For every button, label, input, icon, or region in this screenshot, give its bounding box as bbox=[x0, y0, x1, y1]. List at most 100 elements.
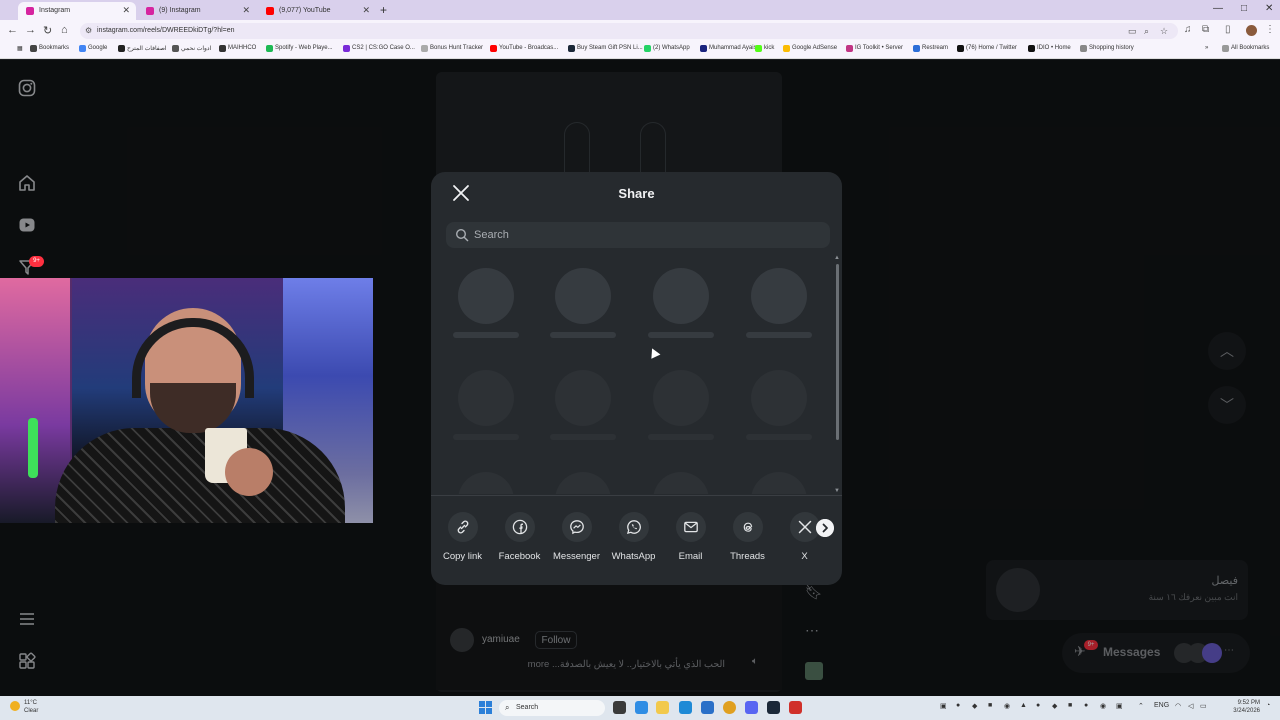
close-tab-icon[interactable]: ✕ bbox=[122, 5, 130, 16]
tray-app-icon[interactable]: ● bbox=[1036, 702, 1040, 709]
volume-icon[interactable]: ◁ bbox=[1188, 702, 1193, 710]
bookmark-favicon-icon bbox=[219, 45, 226, 52]
recipient-placeholder bbox=[548, 370, 618, 440]
bookmark-item[interactable]: YouTube - Broadcas... bbox=[490, 45, 559, 52]
extensions-icon[interactable]: ⧉ bbox=[1202, 24, 1209, 35]
app-icon[interactable] bbox=[789, 701, 802, 714]
share-messenger[interactable]: Messenger bbox=[548, 512, 605, 562]
bookmark-label: Google AdSense bbox=[792, 45, 838, 51]
bookmark-item[interactable]: Bookmarks bbox=[30, 45, 69, 52]
bookmark-item[interactable]: اصفافات المترح bbox=[118, 45, 167, 52]
scrollbar-thumb[interactable] bbox=[836, 264, 839, 440]
notification-bell-icon[interactable]: ◔ bbox=[1266, 702, 1270, 709]
bookmark-item[interactable]: (76) Home / Twitter bbox=[957, 45, 1017, 52]
share-email[interactable]: Email bbox=[662, 512, 719, 562]
new-tab-icon[interactable]: + bbox=[380, 3, 387, 17]
tray-app-icon[interactable]: ◉ bbox=[1100, 702, 1106, 710]
all-bookmarks[interactable]: All Bookmarks bbox=[1222, 45, 1269, 52]
scroll-right-button[interactable] bbox=[816, 519, 834, 537]
back-icon[interactable]: ← bbox=[7, 24, 18, 36]
bookmark-star-icon[interactable]: ☆ bbox=[1160, 26, 1168, 37]
more-bookmarks-icon[interactable]: » bbox=[1196, 45, 1208, 51]
discord-icon[interactable] bbox=[745, 701, 758, 714]
reload-icon[interactable]: ↻ bbox=[43, 24, 52, 37]
weather-widget[interactable]: 11°C Clear bbox=[8, 699, 38, 715]
task-view-icon[interactable] bbox=[613, 701, 626, 714]
tray-app-icon[interactable]: ■ bbox=[1068, 702, 1072, 709]
edge-icon[interactable] bbox=[679, 701, 692, 714]
share-search[interactable] bbox=[446, 222, 830, 248]
start-button[interactable] bbox=[479, 701, 492, 714]
wifi-icon[interactable]: ◠ bbox=[1175, 702, 1181, 710]
tray-app-icon[interactable]: ◆ bbox=[972, 702, 977, 710]
install-app-icon[interactable]: ▭ bbox=[1128, 26, 1137, 37]
bookmark-item[interactable]: kick bbox=[755, 45, 774, 52]
bookmark-label: اصفافات المترح bbox=[127, 46, 167, 52]
close-tab-icon[interactable]: ✕ bbox=[362, 5, 370, 16]
forward-icon[interactable]: → bbox=[25, 24, 36, 36]
share-copy-link[interactable]: Copy link bbox=[434, 512, 491, 562]
taskbar-search[interactable]: ⌕ Search bbox=[499, 700, 605, 716]
recipient-scrollbar[interactable]: ▲ ▼ bbox=[834, 255, 840, 494]
tray-app-icon[interactable]: ◆ bbox=[1052, 702, 1057, 710]
bookmark-item[interactable]: Google AdSense bbox=[783, 45, 838, 52]
file-explorer-icon[interactable] bbox=[656, 701, 669, 714]
tray-overflow-icon[interactable]: ⌃ bbox=[1138, 702, 1144, 710]
bookmark-item[interactable]: Muhammad Ayais bbox=[700, 45, 757, 52]
close-window-icon[interactable]: ✕ bbox=[1265, 3, 1273, 14]
search-input[interactable] bbox=[474, 226, 814, 244]
tray-app-icon[interactable]: ● bbox=[956, 702, 960, 709]
profile-avatar[interactable] bbox=[1246, 25, 1257, 36]
share-facebook[interactable]: Facebook bbox=[491, 512, 548, 562]
bookmark-item[interactable]: IG Toolkit • Server bbox=[846, 45, 903, 52]
tray-app-icon[interactable]: ■ bbox=[988, 702, 992, 709]
steam-icon[interactable] bbox=[767, 701, 780, 714]
recipient-placeholder bbox=[451, 472, 521, 494]
tab-instagram[interactable]: Instagram ✕ bbox=[18, 2, 136, 20]
bookmark-item[interactable]: Buy Steam Gift PSN Li... bbox=[568, 45, 643, 52]
maximize-icon[interactable]: □ bbox=[1241, 3, 1247, 14]
bookmark-item[interactable]: ادوات نحمي bbox=[172, 45, 211, 52]
bookmark-item[interactable]: Restream bbox=[913, 45, 948, 52]
site-info-icon[interactable]: ⚙ bbox=[85, 26, 92, 35]
scroll-down-icon[interactable]: ▼ bbox=[834, 488, 840, 494]
bookmark-item[interactable]: Bonus Hunt Tracker bbox=[421, 45, 484, 52]
bookmark-item[interactable]: (2) WhatsApp bbox=[644, 45, 690, 52]
bookmark-label: Bonus Hunt Tracker bbox=[430, 45, 484, 51]
tray-app-icon[interactable]: ▣ bbox=[1116, 702, 1123, 710]
tray-app-icon[interactable]: ▣ bbox=[940, 702, 947, 710]
sidebar-toggle-icon[interactable]: ▯ bbox=[1225, 24, 1231, 35]
apps-grid-icon[interactable]: ▦ bbox=[8, 45, 23, 52]
close-tab-icon[interactable]: ✕ bbox=[242, 5, 250, 16]
address-bar[interactable]: ⚙ instagram.com/reels/DWREEDkiDTg/?hl=en… bbox=[80, 23, 1178, 39]
media-icon[interactable]: ♫ bbox=[1184, 24, 1192, 35]
share-threads[interactable]: Threads bbox=[719, 512, 776, 562]
copilot-icon[interactable] bbox=[635, 701, 648, 714]
bookmark-item[interactable]: Spotify - Web Playe... bbox=[266, 45, 333, 52]
bookmark-item[interactable]: Google bbox=[79, 45, 107, 52]
lang-indicator[interactable]: ENG bbox=[1154, 702, 1169, 709]
tab-youtube[interactable]: (9,077) YouTube ✕ bbox=[258, 2, 376, 20]
messenger-icon bbox=[569, 520, 584, 535]
tab-instagram-2[interactable]: (9) Instagram ✕ bbox=[138, 2, 256, 20]
bookmark-item[interactable]: IDIO • Home bbox=[1028, 45, 1071, 52]
store-icon[interactable] bbox=[701, 701, 714, 714]
scroll-up-icon[interactable]: ▲ bbox=[834, 255, 840, 261]
tray-app-icon[interactable]: ◉ bbox=[1004, 702, 1010, 710]
minimize-icon[interactable]: — bbox=[1213, 3, 1223, 14]
bookmark-favicon-icon bbox=[30, 45, 37, 52]
menu-dots-icon[interactable]: ⋮ bbox=[1265, 24, 1275, 35]
bookmark-item[interactable]: CS2 | CS:GO Case O... bbox=[343, 45, 415, 52]
share-whatsapp[interactable]: WhatsApp bbox=[605, 512, 662, 562]
home-icon[interactable]: ⌂ bbox=[61, 24, 68, 36]
bookmark-item[interactable]: MAIHHCO bbox=[219, 45, 256, 52]
zoom-icon[interactable]: ⌕ bbox=[1144, 26, 1149, 37]
recipient-list[interactable] bbox=[446, 260, 826, 494]
chrome-icon[interactable] bbox=[723, 701, 736, 714]
battery-icon[interactable]: ▭ bbox=[1200, 702, 1207, 710]
tray-app-icon[interactable]: ▲ bbox=[1020, 702, 1027, 709]
bookmark-label: YouTube - Broadcas... bbox=[499, 45, 559, 51]
bookmark-item[interactable]: Shopping history bbox=[1080, 45, 1134, 52]
clock[interactable]: 9:52 PM 3/24/2026 bbox=[1226, 699, 1260, 715]
tray-app-icon[interactable]: ● bbox=[1084, 702, 1088, 709]
